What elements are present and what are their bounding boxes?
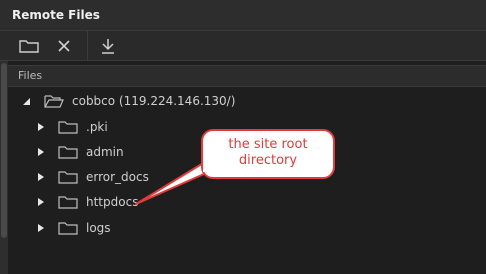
callout-seam: [203, 158, 217, 172]
callout-line-2: directory: [238, 153, 298, 168]
callout-text: the site root directory: [203, 137, 333, 169]
annotation-callout: the site root directory: [201, 129, 335, 179]
callout-line-1: the site root: [228, 137, 308, 152]
